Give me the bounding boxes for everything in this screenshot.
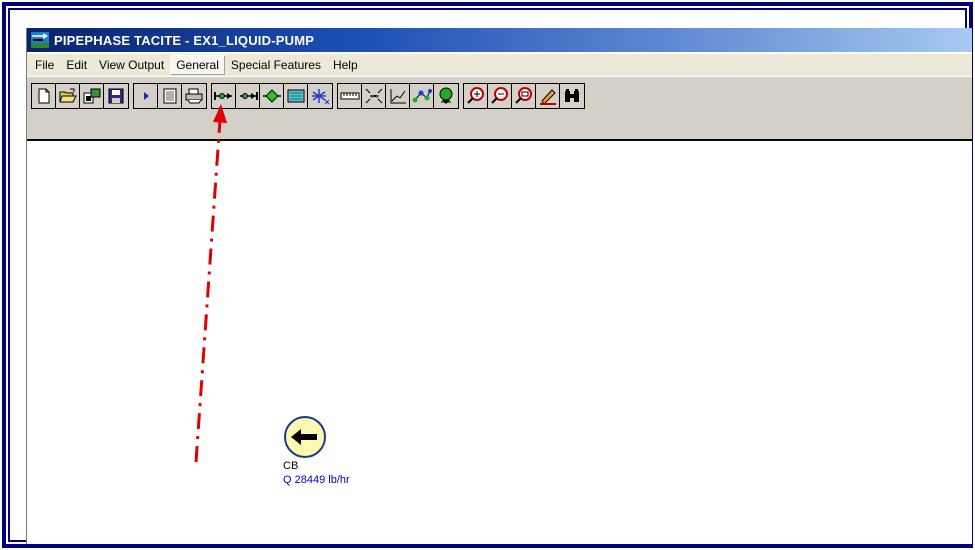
globe-icon: [439, 87, 453, 104]
sink-node-button[interactable]: [236, 84, 260, 108]
plot-chart-icon: [390, 89, 406, 104]
main-toolbar: x=x: [31, 83, 589, 109]
menu-bar: File Edit View Output General Special Fe…: [27, 54, 972, 76]
zoom-fit-icon: [514, 87, 532, 104]
network-button[interactable]: [410, 84, 434, 108]
ruler-button[interactable]: [338, 84, 362, 108]
calculator-icon: [287, 89, 304, 103]
menu-help[interactable]: Help: [327, 55, 364, 75]
binoculars-button[interactable]: [560, 84, 584, 108]
open-file-button[interactable]: [56, 84, 80, 108]
menu-view-output[interactable]: View Output: [93, 55, 170, 75]
run-button-group: [133, 83, 207, 109]
source-arrow-icon: [284, 416, 326, 458]
pencil-icon: [539, 89, 556, 105]
source-node-cb[interactable]: [283, 415, 327, 459]
snowflake-icon: [312, 89, 330, 105]
ruler-icon: [340, 92, 359, 100]
print-icon: [185, 88, 203, 104]
window-title: PIPEPHASE TACITE - EX1_LIQUID-PUMP: [54, 32, 315, 48]
app-icon: [31, 32, 49, 48]
network-icon: [412, 89, 432, 103]
junction-node-button[interactable]: [260, 84, 284, 108]
new-file-icon: [38, 88, 49, 104]
zoom-out-icon: [490, 87, 508, 104]
toolbar-area: x=x: [27, 77, 972, 141]
menu-file[interactable]: File: [29, 55, 60, 75]
sink-node-icon: [239, 92, 258, 100]
scale-dimensions-icon: x=x: [365, 88, 382, 104]
zoom-out-button[interactable]: [488, 84, 512, 108]
save-button[interactable]: [104, 84, 128, 108]
title-bar[interactable]: PIPEPHASE TACITE - EX1_LIQUID-PUMP: [27, 28, 972, 52]
view-button-group: [463, 83, 585, 109]
save-icon: [108, 88, 124, 104]
app-window: PIPEPHASE TACITE - EX1_LIQUID-PUMP File …: [26, 28, 972, 544]
svg-text:x=x: x=x: [371, 94, 379, 100]
node-button-group: [211, 83, 333, 109]
node-flow-label: Q 28449 lb/hr: [283, 474, 350, 486]
new-file-button[interactable]: [32, 84, 56, 108]
plot-chart-button[interactable]: [386, 84, 410, 108]
zoom-in-button[interactable]: [464, 84, 488, 108]
analysis-button-group: x=x: [337, 83, 459, 109]
junction-node-icon: [262, 89, 281, 103]
file-button-group: [31, 83, 129, 109]
snowflake-button[interactable]: [308, 84, 332, 108]
scale-dimensions-button[interactable]: x=x: [362, 84, 386, 108]
source-node-icon: [213, 92, 232, 100]
globe-button[interactable]: [434, 84, 458, 108]
source-node-button[interactable]: [212, 84, 236, 108]
zoom-fit-button[interactable]: [512, 84, 536, 108]
document-button[interactable]: [158, 84, 182, 108]
document-icon: [163, 88, 176, 104]
menu-special-features[interactable]: Special Features: [225, 55, 327, 75]
import-icon: [83, 88, 100, 104]
menu-general[interactable]: General: [170, 55, 225, 75]
calculator-button[interactable]: [284, 84, 308, 108]
open-folder-icon: [58, 88, 77, 103]
run-button[interactable]: [134, 84, 158, 108]
node-name-label: CB: [283, 460, 299, 472]
menu-edit[interactable]: Edit: [60, 55, 93, 75]
zoom-in-icon: [466, 87, 484, 104]
run-arrow-icon: [143, 92, 149, 100]
pencil-button[interactable]: [536, 84, 560, 108]
binoculars-icon: [565, 89, 579, 102]
import-button[interactable]: [80, 84, 104, 108]
print-button[interactable]: [182, 84, 206, 108]
flowsheet-canvas[interactable]: [27, 143, 972, 544]
